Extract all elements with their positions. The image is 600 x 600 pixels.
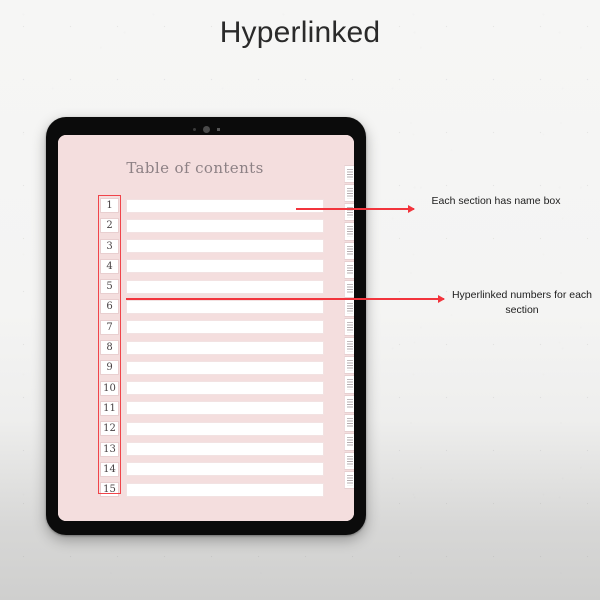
side-tab[interactable] [344,471,354,490]
toc-name-box[interactable] [126,381,324,396]
tablet-sensor-array [46,124,366,134]
side-tab[interactable] [344,394,354,413]
toc-row: 1 [100,198,324,213]
toc-number-link[interactable]: 13 [100,441,119,457]
toc-row: 13 [100,441,324,457]
toc-number-link[interactable]: 14 [100,461,119,477]
side-tab[interactable] [344,337,354,356]
side-tab[interactable] [344,318,354,337]
toc-number-link[interactable]: 6 [100,299,119,315]
side-tab[interactable] [344,375,354,394]
side-tab[interactable] [344,298,354,317]
toc-name-box[interactable] [126,462,324,477]
toc-name-box[interactable] [126,218,324,233]
annotation-arrow-hyperlinked-numbers [126,298,444,300]
toc-row: 4 [100,258,324,274]
side-tab[interactable] [344,241,354,260]
annotation-label-name-box: Each section has name box [431,195,561,207]
side-tab[interactable] [344,184,354,203]
toc-number-link[interactable]: 11 [100,400,119,416]
side-tab[interactable] [344,222,354,241]
toc-number-link[interactable]: 9 [100,360,119,376]
tablet-device: Table of contents 1 2 3 4 5 6 7 8 9 10 11 12 13 14 15 [46,117,366,535]
toc-name-box[interactable] [126,299,324,314]
toc-row: 3 [100,238,324,254]
toc-row: 15 [100,482,324,498]
toc-row: 12 [100,421,324,437]
side-tab-strip[interactable] [344,161,354,490]
toc-number-link[interactable]: 4 [100,258,119,274]
toc-number-link[interactable]: 7 [100,319,119,335]
toc-row: 2 [100,218,324,234]
toc-name-box[interactable] [126,259,324,274]
toc-name-box[interactable] [126,279,324,294]
annotation-label-hyperlinked-numbers: Hyperlinked numbers for each section [451,289,593,317]
page-title: Hyperlinked [219,16,381,49]
toc-name-box[interactable] [126,442,324,457]
toc-number-link[interactable]: 8 [100,340,119,356]
table-of-contents-heading: Table of contents [126,159,264,177]
side-tab[interactable] [344,279,354,298]
toc-name-box[interactable] [126,239,324,254]
toc-row: 9 [100,360,324,376]
toc-name-box[interactable] [126,401,324,416]
toc-row: 8 [100,340,324,356]
sensor-dot-square-icon [216,127,220,131]
toc-number-link[interactable]: 2 [100,218,119,234]
toc-name-box[interactable] [126,320,324,335]
toc-number-link[interactable]: 10 [100,380,119,396]
tablet-screen: Table of contents 1 2 3 4 5 6 7 8 9 10 11 12 13 14 15 [58,135,354,521]
toc-row: 10 [100,380,324,396]
toc-name-box[interactable] [126,198,324,213]
side-tab[interactable] [344,260,354,279]
toc-number-link[interactable]: 1 [100,198,119,213]
toc-number-link[interactable]: 15 [100,482,119,498]
planner-page: Table of contents 1 2 3 4 5 6 7 8 9 10 11 12 13 14 15 [58,135,354,521]
toc-row: 5 [100,279,324,295]
side-tab[interactable] [344,413,354,432]
side-tab[interactable] [344,203,354,222]
toc-row: 6 [100,299,324,315]
toc-row: 14 [100,461,324,477]
toc-number-link[interactable]: 12 [100,421,119,437]
toc-row: 11 [100,400,324,416]
camera-lens-icon [202,125,210,133]
toc-name-box[interactable] [126,340,324,355]
side-tab[interactable] [344,432,354,451]
table-of-contents-list: 1 2 3 4 5 6 7 8 9 10 11 12 13 14 15 [100,198,324,502]
toc-number-link[interactable]: 5 [100,279,119,295]
side-tab[interactable] [344,356,354,375]
toc-number-link[interactable]: 3 [100,238,119,254]
toc-name-box[interactable] [126,360,324,375]
sensor-dot-small-icon [192,127,196,131]
annotation-arrow-name-box [296,208,414,210]
side-tab[interactable] [344,451,354,470]
side-tab[interactable] [344,165,354,184]
toc-name-box[interactable] [126,421,324,436]
toc-name-box[interactable] [126,482,324,497]
toc-row: 7 [100,319,324,335]
